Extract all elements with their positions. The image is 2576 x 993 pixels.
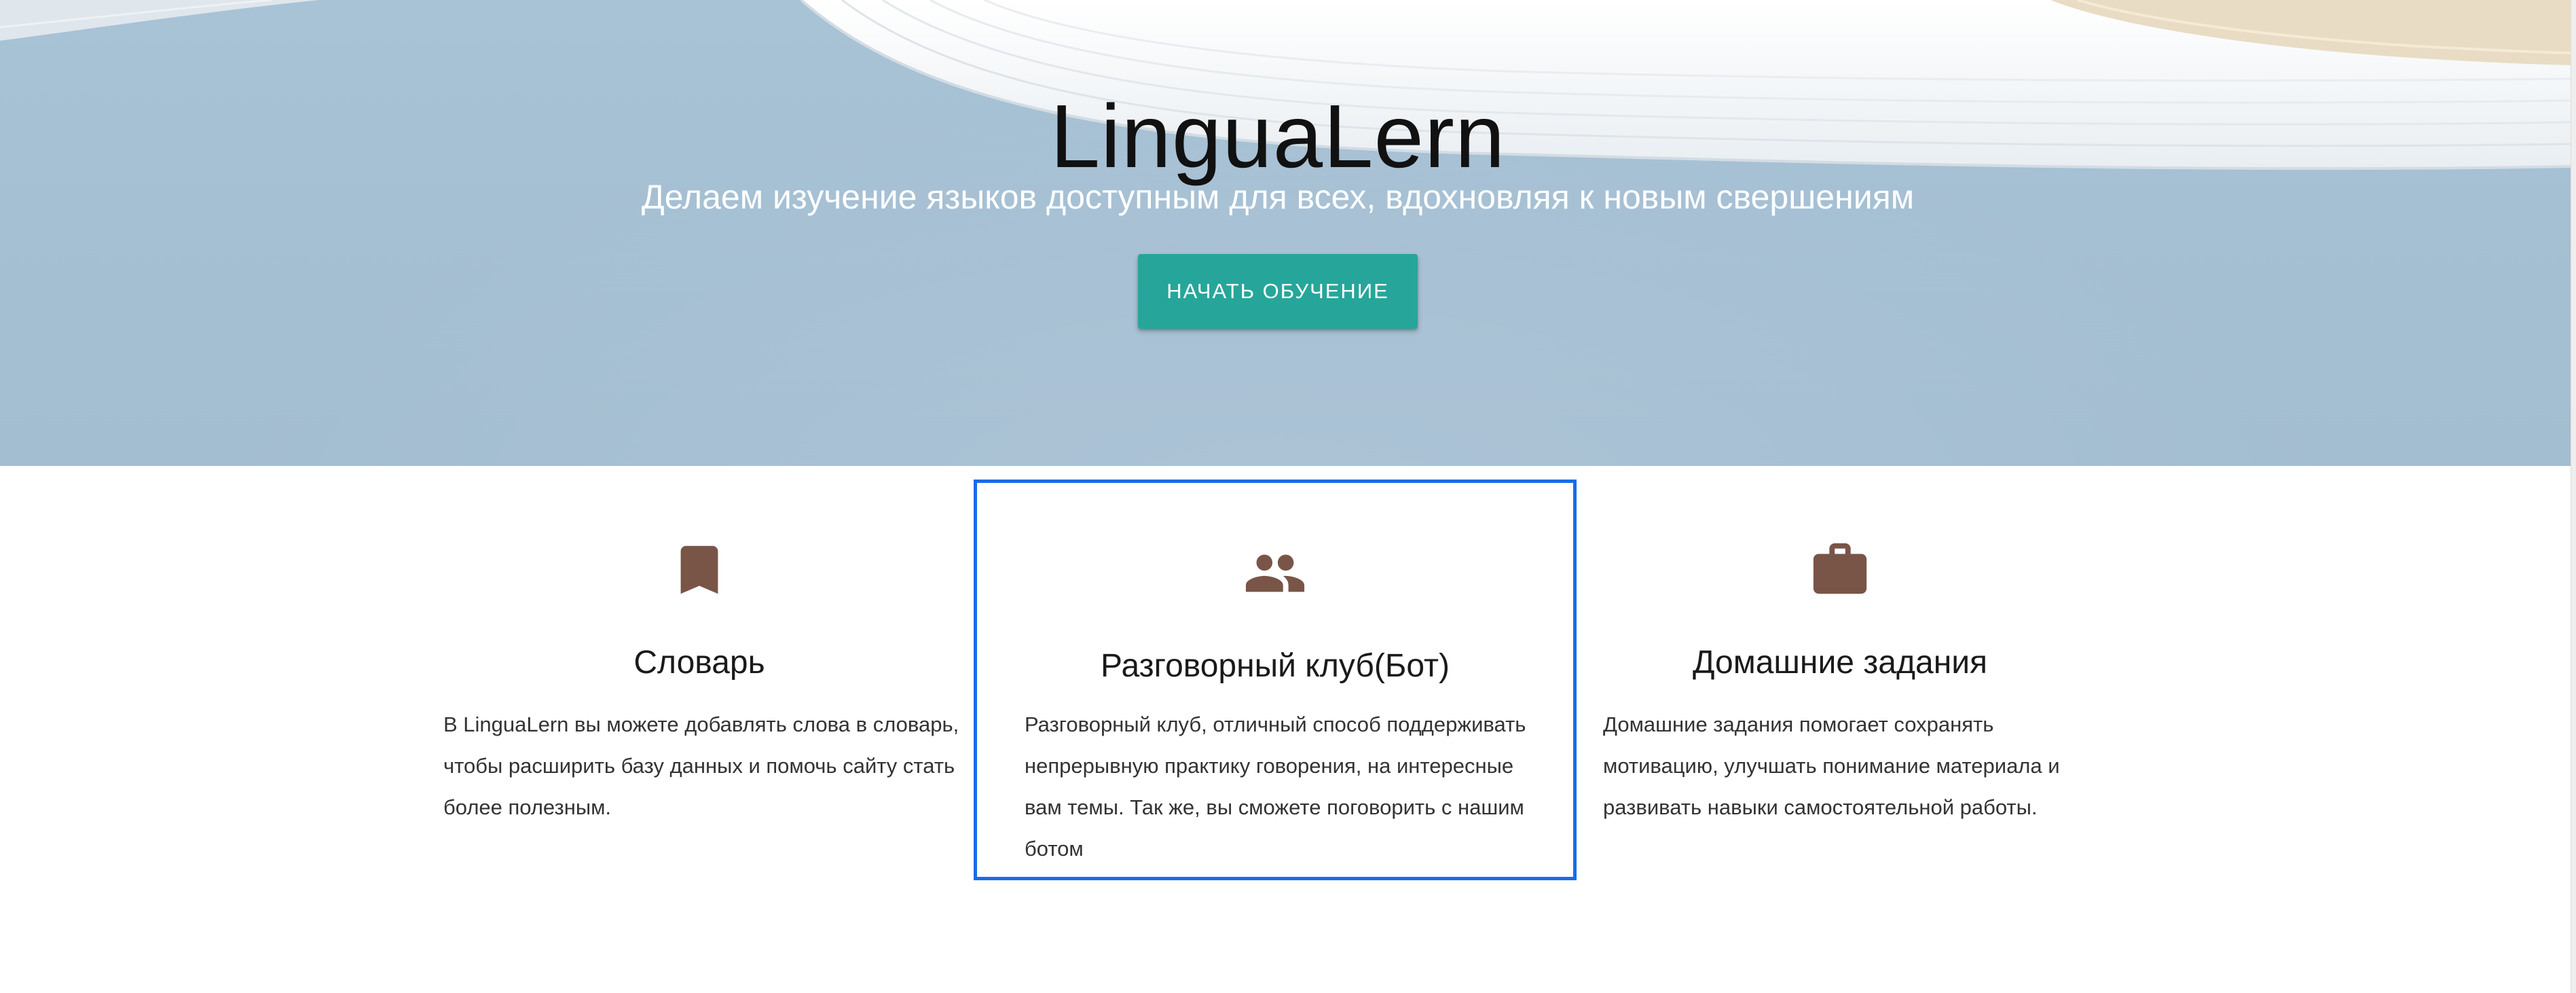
feature-card-homework: Домашние задания Домашние задания помога… [1575,480,2105,880]
hero-title: LinguaLern [1050,86,1506,187]
feature-title: Разговорный клуб(Бот) [1101,648,1450,684]
feature-title: Словарь [633,645,765,681]
hero-subtitle: Делаем изучение языков доступным для все… [641,178,1915,216]
group-icon [977,541,1573,605]
bookmark-icon [435,538,964,602]
start-learning-button[interactable]: НАЧАТЬ ОБУЧЕНИЕ [1138,254,1418,329]
feature-title: Домашние задания [1692,645,1987,681]
feature-card-dictionary: Словарь В LinguaLern вы можете добавлять… [435,480,964,880]
scrollbar-track[interactable] [2571,0,2576,993]
briefcase-icon [1575,538,2105,602]
hero-banner [0,0,2571,466]
feature-description: Домашние задания помогает сохранять моти… [1603,712,2060,819]
book-pages-image [0,0,2571,170]
feature-card-conversation-club[interactable]: Разговорный клуб(Бот) Разговорный клуб, … [974,480,1577,880]
feature-description: В LinguaLern вы можете добавлять слова в… [443,712,959,819]
feature-description: Разговорный клуб, отличный способ поддер… [1025,712,1526,861]
